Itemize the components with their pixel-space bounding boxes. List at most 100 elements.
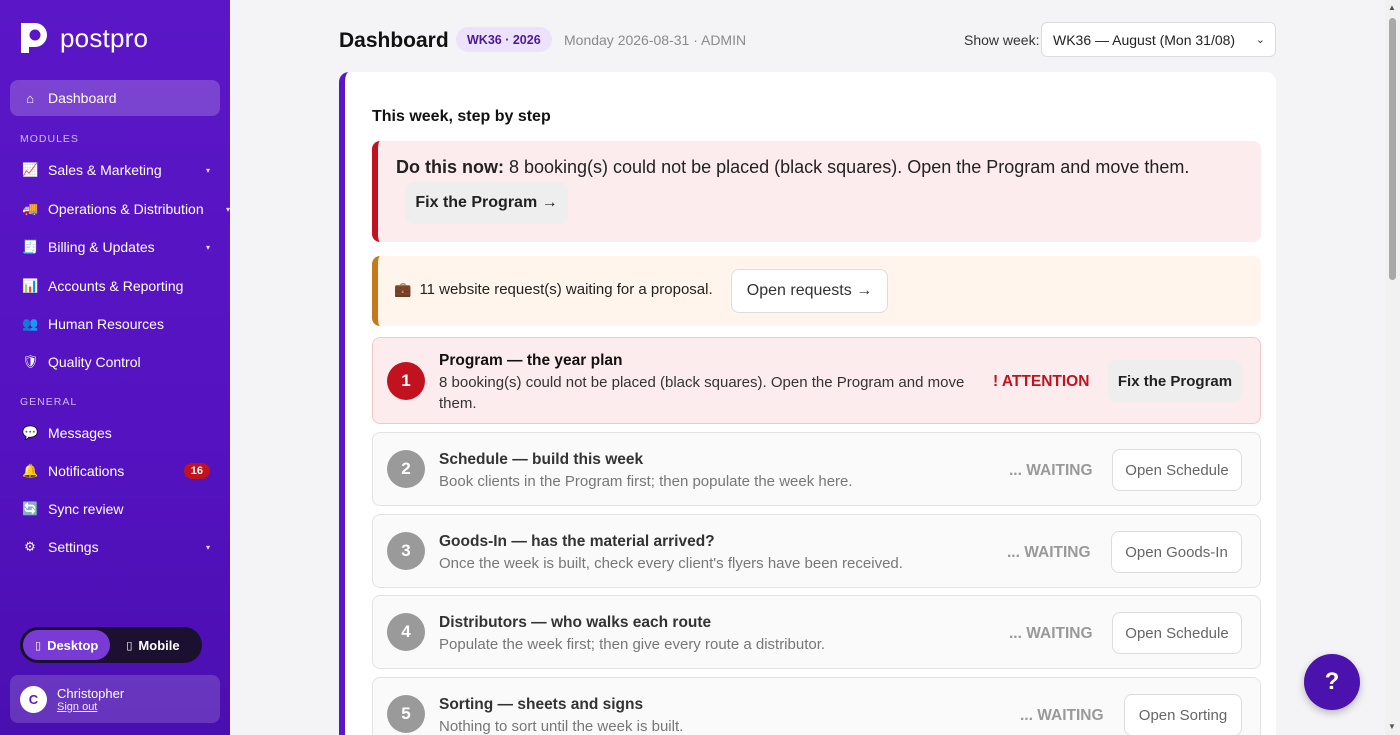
week-badge: WK36 · 2026 [456,27,552,52]
sidebar-item-human-resources[interactable]: 👥 Human Resources [10,306,220,342]
caret-down-icon: ▾ [205,242,210,252]
caret-down-icon: ▾ [205,542,210,552]
chevron-down-icon: ⌄ [1255,34,1265,46]
steps-card: This week, step by step Do this now: 8 b… [339,72,1276,735]
scroll-thumb[interactable] [1389,18,1396,280]
open-schedule-button[interactable]: Open Schedule [1112,612,1242,654]
step-status-attention: ! ATTENTION [993,373,1090,390]
fix-program-step-button[interactable]: Fix the Program [1108,360,1242,402]
step-row-program: 1 Program — the year plan 8 booking(s) c… [372,337,1261,424]
gear-icon: ⚙ [24,539,36,554]
page-scrollbar[interactable]: ▲ ▼ [1385,0,1400,735]
step-status-waiting: ... WAITING [1007,544,1091,561]
sidebar-item-label: Billing & Updates [48,239,155,255]
sidebar-item-messages[interactable]: 💬 Messages [10,415,220,451]
briefcase-icon: 💼 [394,281,412,297]
fix-program-button[interactable]: Fix the Program → [405,182,568,224]
step-number: 1 [387,362,425,400]
sidebar-item-operations-distribution[interactable]: 🚚 Operations & Distribution ▾ [10,191,230,227]
week-select[interactable]: WK36 — August (Mon 31/08) ⌄ [1041,22,1276,57]
sidebar-item-label: Dashboard [48,90,117,106]
sidebar-item-label: Messages [48,425,112,441]
view-mode-toggle: ▯ Desktop ▯ Mobile [20,627,202,663]
scroll-down-icon[interactable]: ▼ [1388,722,1396,731]
logo-icon [21,23,47,53]
caret-down-icon: ▾ [225,204,230,214]
urgent-alert: Do this now: 8 booking(s) could not be p… [372,141,1261,242]
page-title: Dashboard [339,29,449,52]
step-title: Goods-In — has the material arrived? [439,533,715,550]
mobile-mode-button[interactable]: ▯ Mobile [114,630,191,660]
step-description: Nothing to sort until the week is built. [439,718,684,735]
step-status-waiting: ... WAITING [1009,625,1093,642]
step-status-waiting: ... WAITING [1020,707,1104,724]
urgent-alert-lead: Do this now: [396,157,504,177]
step-status-waiting: ... WAITING [1009,462,1093,479]
sidebar-item-label: Notifications [48,463,125,479]
app-name: postpro [60,22,149,53]
caret-down-icon: ▾ [205,165,210,175]
show-week-label: Show week: [964,32,1040,48]
desktop-mode-label: Desktop [47,637,99,653]
help-button[interactable]: ? [1304,654,1360,710]
app-logo[interactable]: postpro [18,20,148,56]
step-row-sorting: 5 Sorting — sheets and signs Nothing to … [372,677,1261,735]
sidebar-item-label: Operations & Distribution [48,201,204,217]
sidebar-item-sync-review[interactable]: 🔄 Sync review [10,491,220,527]
home-icon: ⌂ [26,90,34,106]
desktop-mode-button[interactable]: ▯ Desktop [23,630,111,660]
sidebar-item-settings[interactable]: ⚙ Settings ▾ [10,529,220,565]
section-label-general: GENERAL [20,396,78,408]
step-description: Once the week is built, check every clie… [439,555,903,572]
requests-alert-text: 💼 11 website request(s) waiting for a pr… [394,281,713,298]
card-heading: This week, step by step [372,108,551,125]
section-label-modules: MODULES [20,133,79,145]
user-name: Christopher [57,685,125,701]
sync-icon: 🔄 [22,501,39,516]
user-panel: C Christopher Sign out [10,675,220,723]
step-number: 4 [387,613,425,651]
desktop-icon: ▯ [35,639,42,652]
sidebar-item-label: Settings [48,539,99,555]
sidebar-item-label: Human Resources [48,316,164,332]
step-description: Populate the week first; then give every… [439,636,826,653]
sidebar-item-sales-marketing[interactable]: 📈 Sales & Marketing ▾ [10,152,220,188]
step-number: 5 [387,695,425,733]
open-goods-in-button[interactable]: Open Goods-In [1111,531,1242,573]
sidebar: postpro ⌂ Dashboard MODULES 📈 Sales & Ma… [0,0,230,735]
sidebar-item-quality-control[interactable]: 🛡 Quality Control [10,344,220,380]
sidebar-item-notifications[interactable]: 🔔 Notifications 16 [10,453,220,489]
step-description: 8 booking(s) could not be placed (black … [439,374,965,412]
chart-icon: 📈 [22,162,39,177]
speech-bubble-icon: 💬 [22,425,39,440]
urgent-alert-text: Do this now: 8 booking(s) could not be p… [396,157,1189,178]
step-title: Program — the year plan [439,352,623,369]
step-number: 2 [387,450,425,488]
open-sorting-button[interactable]: Open Sorting [1124,694,1242,735]
open-schedule-button[interactable]: Open Schedule [1112,449,1242,491]
sidebar-item-billing-updates[interactable]: 🧾 Billing & Updates ▾ [10,229,220,265]
step-title: Sorting — sheets and signs [439,696,644,713]
sidebar-item-accounts-reporting[interactable]: 📊 Accounts & Reporting [10,268,220,304]
bar-chart-icon: 📊 [22,278,39,293]
sidebar-item-label: Sales & Marketing [48,162,162,178]
mobile-mode-label: Mobile [138,637,180,653]
sidebar-item-label: Accounts & Reporting [48,278,184,294]
sign-out-link[interactable]: Sign out [57,701,124,713]
sidebar-item-label: Quality Control [48,354,141,370]
step-title: Distributors — who walks each route [439,614,712,631]
people-icon: 👥 [22,316,39,331]
step-row-distributors: 4 Distributors — who walks each route Po… [372,595,1261,669]
step-number: 3 [387,532,425,570]
sidebar-item-label: Sync review [48,501,124,517]
step-row-schedule: 2 Schedule — build this week Book client… [372,432,1261,506]
shield-icon: 🛡 [22,354,39,369]
open-requests-button[interactable]: Open requests → [731,269,888,313]
receipt-icon: 🧾 [22,239,39,254]
requests-message: 11 website request(s) waiting for a prop… [419,281,713,298]
avatar: C [20,685,47,713]
sidebar-item-dashboard[interactable]: ⌂ Dashboard [10,80,220,116]
scroll-up-icon[interactable]: ▲ [1388,3,1396,12]
truck-icon: 🚚 [22,201,39,216]
mobile-icon: ▯ [126,639,133,652]
